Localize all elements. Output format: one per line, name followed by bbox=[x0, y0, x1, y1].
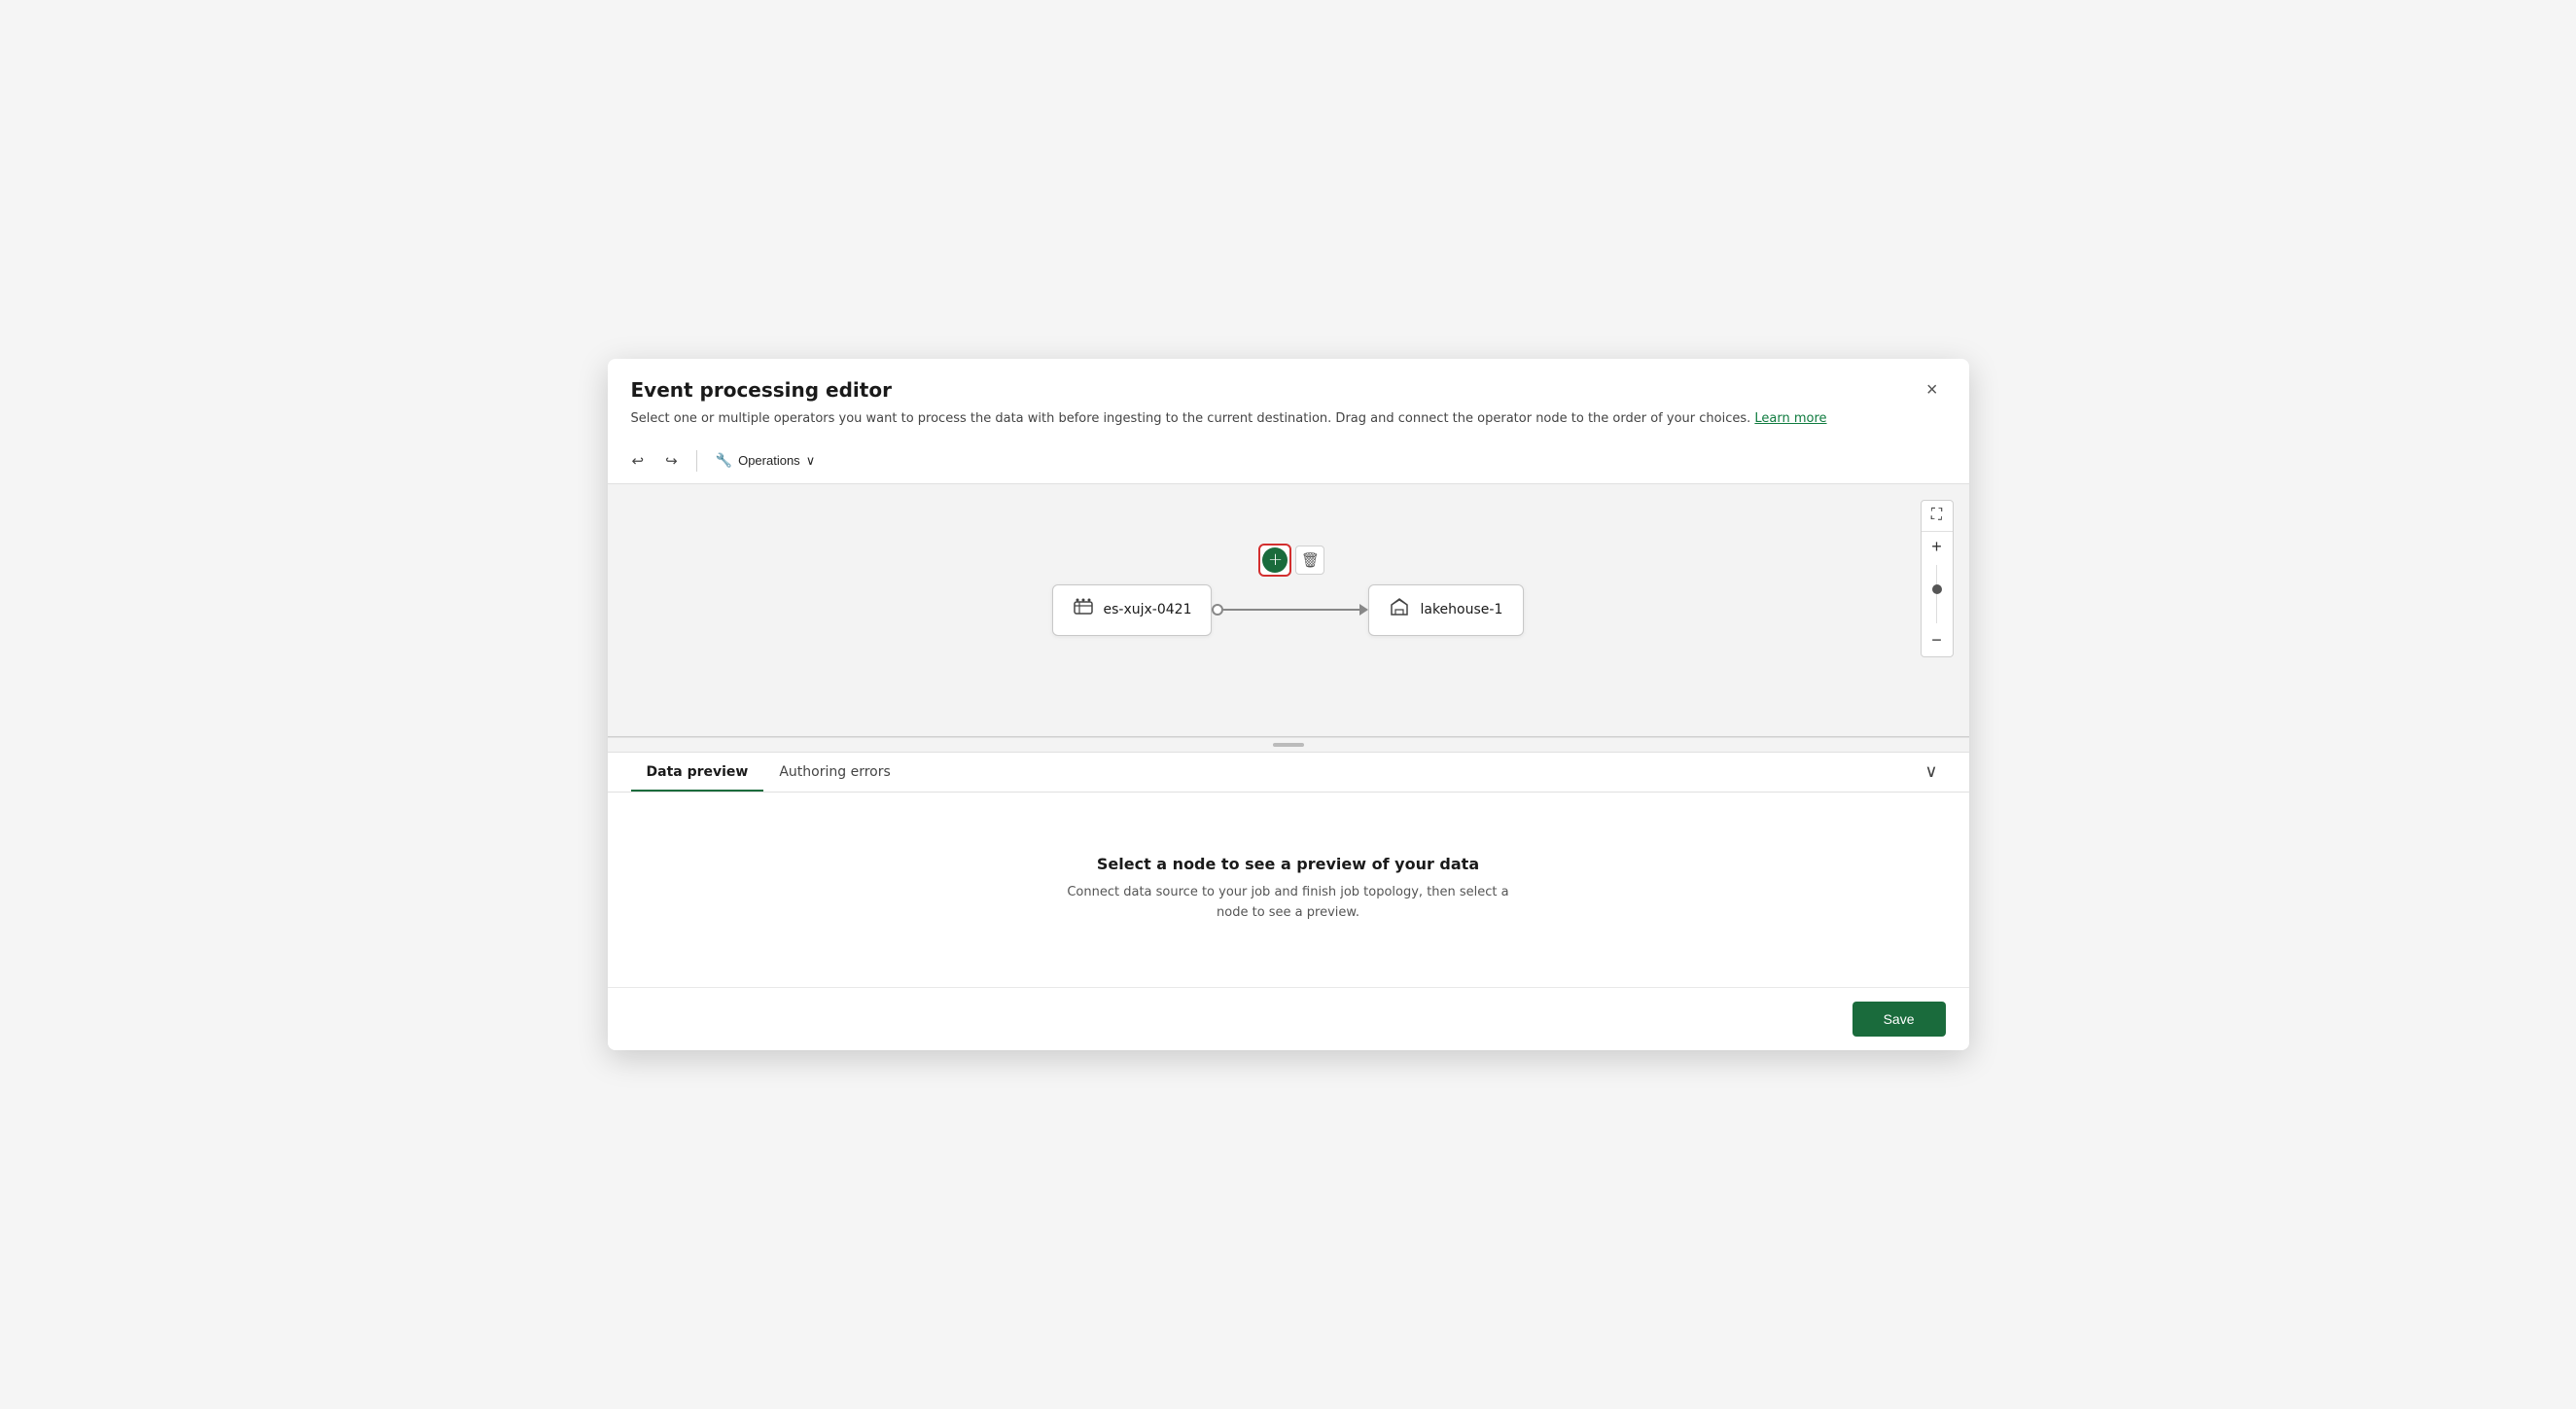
modal-title: Event processing editor bbox=[631, 378, 1903, 402]
zoom-thumb bbox=[1932, 584, 1942, 594]
operations-button[interactable]: 🔧 Operations ∨ bbox=[707, 446, 825, 475]
canvas: es-xujx-0421 + bbox=[608, 484, 1969, 737]
collapse-panel-button[interactable]: ∨ bbox=[1917, 757, 1945, 786]
undo-button[interactable]: ↩ bbox=[623, 446, 653, 476]
trash-icon: 🗑 bbox=[1301, 551, 1320, 569]
source-icon bbox=[1073, 597, 1094, 623]
redo-icon: ↪ bbox=[665, 452, 678, 470]
fit-icon: ⛶ bbox=[1931, 507, 1942, 524]
connector-dot bbox=[1212, 604, 1223, 616]
tabs-row: Data preview Authoring errors ∨ bbox=[608, 753, 1969, 793]
flow-container: es-xujx-0421 + bbox=[1052, 581, 1525, 639]
fit-to-screen-button[interactable]: ⛶ bbox=[1922, 501, 1953, 532]
modal-subtitle-text: Select one or multiple operators you wan… bbox=[631, 411, 1751, 426]
add-operator-button[interactable]: + bbox=[1258, 544, 1291, 577]
zoom-track bbox=[1936, 565, 1937, 623]
destination-node-label: lakehouse-1 bbox=[1420, 602, 1502, 617]
source-node[interactable]: es-xujx-0421 bbox=[1052, 584, 1213, 636]
chevron-down-icon: ∨ bbox=[806, 453, 816, 469]
toolbar-divider bbox=[696, 450, 697, 472]
canvas-content: es-xujx-0421 + bbox=[608, 484, 1969, 736]
modal-header-left: Event processing editor Select one or mu… bbox=[631, 378, 1903, 429]
arrow-head bbox=[1359, 604, 1368, 616]
tab-data-preview[interactable]: Data preview bbox=[631, 753, 764, 792]
wrench-icon: 🔧 bbox=[716, 452, 732, 469]
zoom-controls: ⛶ + − bbox=[1921, 500, 1954, 657]
modal-header: Event processing editor Select one or mu… bbox=[608, 359, 1969, 439]
flow-line-left bbox=[1212, 604, 1291, 616]
resize-handle[interactable] bbox=[608, 737, 1969, 753]
zoom-in-button[interactable]: + bbox=[1922, 532, 1953, 563]
line-left bbox=[1223, 609, 1291, 611]
toolbar: ↩ ↪ 🔧 Operations ∨ bbox=[608, 439, 1969, 484]
line-right bbox=[1291, 609, 1359, 611]
close-button[interactable]: × bbox=[1919, 376, 1946, 404]
zoom-out-button[interactable]: − bbox=[1922, 625, 1953, 656]
source-node-label: es-xujx-0421 bbox=[1104, 602, 1192, 617]
modal-footer: Save bbox=[608, 987, 1969, 1050]
bottom-panel: Data preview Authoring errors ∨ Select a… bbox=[608, 753, 1969, 987]
destination-icon bbox=[1389, 597, 1410, 623]
undo-icon: ↩ bbox=[632, 452, 645, 470]
panel-empty-title: Select a node to see a preview of your d… bbox=[1097, 855, 1479, 873]
plus-icon: + bbox=[1931, 537, 1942, 557]
operator-buttons: + 🗑 bbox=[1258, 544, 1324, 577]
add-icon: + bbox=[1262, 547, 1288, 573]
resize-handle-bar bbox=[1273, 743, 1304, 747]
event-processing-editor-modal: Event processing editor Select one or mu… bbox=[608, 359, 1969, 1050]
panel-content: Select a node to see a preview of your d… bbox=[608, 793, 1969, 987]
destination-node[interactable]: lakehouse-1 bbox=[1368, 584, 1524, 636]
redo-button[interactable]: ↪ bbox=[656, 446, 687, 476]
delete-operator-button[interactable]: 🗑 bbox=[1295, 546, 1324, 575]
flow-line-right bbox=[1291, 604, 1368, 616]
learn-more-link[interactable]: Learn more bbox=[1754, 411, 1826, 426]
tabs: Data preview Authoring errors bbox=[631, 753, 906, 792]
panel-empty-desc: Connect data source to your job and fini… bbox=[1055, 883, 1522, 924]
minus-icon: − bbox=[1931, 630, 1942, 651]
operations-label: Operations bbox=[738, 453, 800, 468]
tab-authoring-errors[interactable]: Authoring errors bbox=[763, 753, 905, 792]
chevron-down-icon: ∨ bbox=[1924, 761, 1937, 781]
save-button[interactable]: Save bbox=[1853, 1002, 1946, 1037]
modal-subtitle: Select one or multiple operators you wan… bbox=[631, 409, 1903, 429]
